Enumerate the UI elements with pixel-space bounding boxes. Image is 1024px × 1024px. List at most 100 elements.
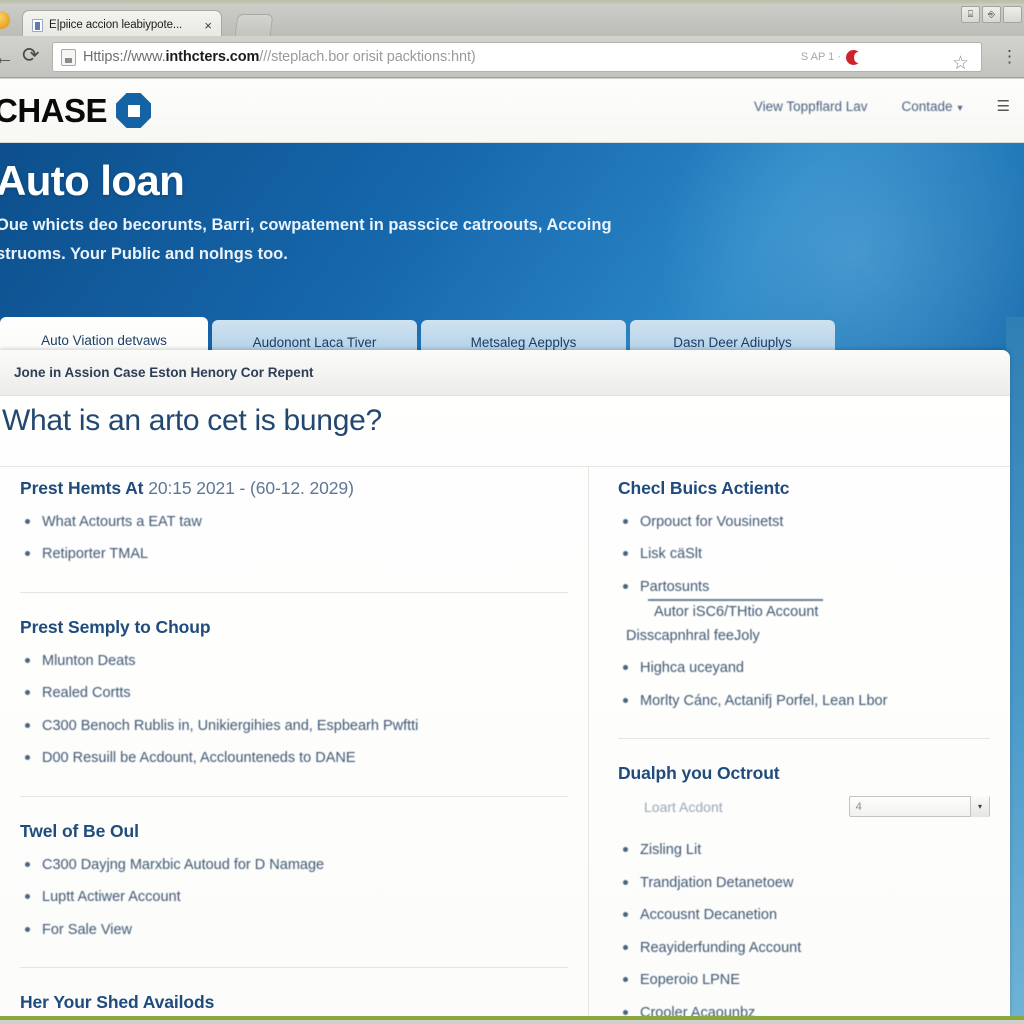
section-dualph-you-octrout: Dualph you Octrout Loart Acdont 4 ▾ Zisl… bbox=[618, 763, 990, 1016]
page-title: What is an arto cet is bunge? bbox=[2, 404, 382, 437]
list-item[interactable]: Orpouct for Vousinetst bbox=[618, 511, 990, 533]
right-content-column: Checl Buics Actientc Orpouct for Vousine… bbox=[618, 478, 990, 1016]
octagon-logo-icon bbox=[116, 93, 152, 128]
content-divider-horizontal bbox=[0, 466, 1010, 467]
tab-favicon-icon bbox=[32, 18, 43, 32]
chevron-down-icon: ▾ bbox=[957, 103, 963, 114]
list-item[interactable]: Zisling Lit bbox=[618, 839, 990, 861]
window-controls: ⌸ ⎆ bbox=[961, 6, 1022, 23]
section-title: Twel of Be Oul bbox=[20, 820, 139, 841]
list-item[interactable]: Realed Cortts bbox=[20, 682, 568, 704]
list-item[interactable]: Highca uceyand bbox=[618, 657, 990, 679]
address-bar-url: Httips://www.inthcters.com///steplach.bo… bbox=[83, 49, 794, 65]
list-item[interactable]: Luptt Actiwer Account bbox=[20, 886, 568, 908]
list-item[interactable]: Crooler Acaounbz bbox=[618, 1002, 990, 1016]
list-item[interactable]: Mlunton Deats bbox=[20, 650, 568, 672]
chevron-down-icon[interactable]: ▾ bbox=[970, 796, 989, 818]
section-title: Dualph you Octrout bbox=[618, 763, 780, 784]
browser-tab[interactable]: E|piice accion leabiypote... × bbox=[22, 10, 222, 39]
section-prest-semply-to-choup: Prest Semply to Choup Mlunton Deats Real… bbox=[20, 617, 568, 770]
list-item[interactable]: Accousnt Decanetion bbox=[618, 904, 990, 926]
list-item[interactable]: Eoperoio LPNE bbox=[618, 969, 990, 991]
list-item[interactable]: Reayiderfunding Account bbox=[618, 937, 990, 959]
section-list: Orpouct for Vousinetst Lisk cäSlt Partos… bbox=[618, 511, 990, 712]
header-link-label: Contade bbox=[901, 99, 953, 114]
complex-item-suffix: Autor iSC6/THtio Account bbox=[654, 604, 819, 621]
site-header-nav: View Toppflard Lav Contade ▾ ☰ bbox=[754, 99, 1010, 114]
address-bar[interactable]: Httips://www.inthcters.com///steplach.bo… bbox=[52, 42, 982, 74]
list-item[interactable]: Morlty Cánc, Actanifj Porfel, Lean Lbor bbox=[618, 690, 990, 712]
section-title-strong: Prest Hemts At bbox=[20, 478, 144, 498]
hero-subtitle: Oue whicts deo becorunts, Barri, cowpate… bbox=[0, 216, 612, 263]
list-item[interactable]: C300 Dayjng Marxbic Autoud for D Namage bbox=[20, 854, 568, 876]
loan-account-form-row: Loart Acdont 4 ▾ bbox=[618, 796, 990, 818]
section-list: C300 Dayjng Marxbic Autoud for D Namage … bbox=[20, 854, 568, 941]
page-viewport: CHASE View Toppflard Lav Contade ▾ ☰ Auto… bbox=[0, 79, 1024, 1020]
page-info-icon[interactable] bbox=[61, 48, 76, 66]
app-orb-icon[interactable] bbox=[0, 11, 10, 29]
header-link-label: View Toppflard Lav bbox=[753, 99, 868, 114]
section-her-your-shed-availods: Her Your Shed Availods bbox=[20, 992, 568, 1013]
breadcrumb-bar: Jone in Assion Case Eston Henory Cor Rep… bbox=[0, 350, 1010, 396]
section-title: Prest Hemts At 20:15 2021 - (60-12. 2029… bbox=[20, 478, 568, 499]
section-checl-buics-actientc: Checl Buics Actientc Orpouct for Vousine… bbox=[618, 478, 990, 712]
reload-icon[interactable]: ⟳ bbox=[22, 45, 40, 66]
complex-item-underline: Autor iSC6/THtio Account bbox=[648, 599, 823, 623]
section-divider bbox=[20, 967, 568, 969]
list-item[interactable]: D00 Resuill be Acdount, Acclounteneds to… bbox=[20, 747, 568, 769]
hamburger-menu-icon[interactable]: ☰ bbox=[997, 99, 1010, 114]
url-path: ///steplach.bor orisit packtions:hnt) bbox=[259, 49, 476, 65]
complex-item-second-line: Disscapnhral feeJoly bbox=[626, 627, 760, 644]
section-twel-of-be-oul: Twel of Be Oul C300 Dayjng Marxbic Autou… bbox=[20, 821, 568, 941]
section-list: Mlunton Deats Realed Cortts C300 Benoch … bbox=[20, 650, 568, 770]
complex-item-label: Partosunts bbox=[640, 578, 710, 595]
browser-window: E|piice accion leabiypote... × ⌸ ⎆ ← ⟳ H… bbox=[0, 0, 1024, 1024]
tab-title: E|piice accion leabiypote... bbox=[49, 19, 183, 31]
back-icon[interactable]: ← bbox=[0, 47, 14, 70]
address-bar-hint: S AP 1 · bbox=[800, 51, 841, 63]
list-item[interactable]: Trandjation Detanetoew bbox=[618, 872, 990, 894]
minimize-window-button[interactable]: ⎆ bbox=[982, 6, 1001, 23]
close-window-button[interactable] bbox=[1003, 6, 1022, 23]
content-panel: Jone in Assion Case Eston Henory Cor Rep… bbox=[0, 350, 1010, 1016]
section-divider bbox=[618, 738, 990, 740]
header-link-view-topplaced[interactable]: View Toppflard Lav bbox=[754, 99, 868, 114]
new-tab-button[interactable] bbox=[234, 14, 274, 36]
section-title-muted: 20:15 2021 - (60-12. 2029) bbox=[148, 478, 354, 498]
brand-name: CHASE bbox=[0, 92, 108, 129]
list-item[interactable]: C300 Benoch Rublis in, Unikiergihies and… bbox=[20, 715, 568, 737]
restore-window-button[interactable]: ⌸ bbox=[961, 6, 980, 23]
tab-close-icon[interactable]: × bbox=[203, 19, 213, 32]
section-title: Checl Buics Actientc bbox=[618, 478, 790, 498]
list-item-complex[interactable]: Partosunts Autor iSC6/THtio Account Diss… bbox=[618, 576, 990, 647]
header-link-contact[interactable]: Contade ▾ bbox=[901, 99, 962, 114]
section-prest-hemts-at: Prest Hemts At 20:15 2021 - (60-12. 2029… bbox=[20, 478, 568, 566]
section-title: Her Your Shed Availods bbox=[20, 992, 215, 1013]
url-prefix: Httips://www. bbox=[83, 49, 166, 65]
page-bottom-strip bbox=[0, 1016, 1024, 1020]
list-item[interactable]: What Actourts a EAT taw bbox=[20, 511, 568, 533]
browser-tab-strip: E|piice accion leabiypote... × ⌸ ⎆ bbox=[0, 4, 1024, 39]
left-content-column: Prest Hemts At 20:15 2021 - (60-12. 2029… bbox=[20, 478, 568, 1016]
bookmark-star-icon[interactable]: ☆ bbox=[952, 49, 969, 79]
content-divider-vertical bbox=[588, 466, 589, 1016]
section-divider bbox=[20, 795, 568, 797]
loan-account-select-value: 4 bbox=[855, 800, 862, 813]
notification-badge-icon[interactable] bbox=[846, 49, 862, 65]
section-list: What Actourts a EAT taw Retiporter TMAL bbox=[20, 511, 568, 566]
section-divider bbox=[20, 591, 568, 593]
section-title: Prest Semply to Choup bbox=[20, 616, 211, 637]
browser-toolbar: ← ⟳ Httips://www.inthcters.com///steplac… bbox=[0, 36, 1024, 78]
loan-account-label: Loart Acdont bbox=[644, 798, 723, 815]
loan-account-select[interactable]: 4 ▾ bbox=[848, 796, 990, 818]
section-list: Zisling Lit Trandjation Detanetoew Accou… bbox=[618, 839, 990, 1016]
url-domain: inthcters.com bbox=[165, 49, 260, 65]
breadcrumb[interactable]: Jone in Assion Case Eston Henory Cor Rep… bbox=[14, 365, 314, 380]
address-bar-right-group: S AP 1 · bbox=[800, 49, 973, 65]
list-item[interactable]: For Sale View bbox=[20, 919, 568, 941]
list-item[interactable]: Lisk cäSlt bbox=[618, 543, 990, 565]
list-item[interactable]: Retiporter TMAL bbox=[20, 543, 568, 565]
browser-menu-icon[interactable]: ⋮ bbox=[1001, 48, 1018, 65]
hero-title: Auto loan bbox=[0, 157, 185, 204]
brand-logo[interactable]: CHASE bbox=[0, 92, 152, 129]
